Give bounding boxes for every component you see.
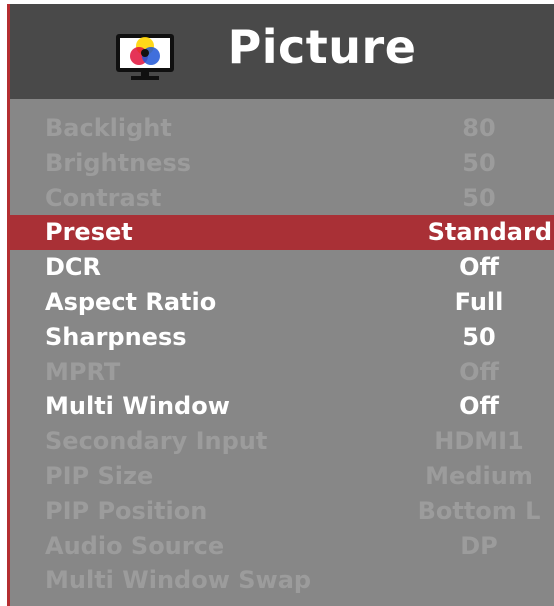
menu-item-multi-window-swap: Multi Window Swap (10, 563, 554, 598)
menu-item-label: MPRT (45, 357, 121, 386)
menu-item-brightness: Brightness 50 (10, 146, 554, 181)
menu-item-label: Audio Source (45, 531, 225, 560)
menu-item-multi-window[interactable]: Multi Window Off (10, 389, 554, 424)
menu-item-backlight: Backlight 80 (10, 111, 554, 146)
menu-item-value: Off (459, 253, 499, 282)
menu-item-value: 80 (462, 114, 496, 142)
menu-title: Picture (227, 20, 417, 74)
menu-item-value: Off (459, 392, 499, 421)
menu-item-label: DCR (45, 253, 102, 282)
menu-item-value: Full (454, 287, 504, 316)
osd-picture-menu: Picture Backlight 80 Brightness 50 Contr… (7, 4, 554, 606)
menu-item-value: DP (460, 531, 498, 560)
menu-item-value: Off (459, 357, 499, 386)
menu-item-label: Sharpness (45, 322, 187, 351)
menu-item-sharpness[interactable]: Sharpness 50 (10, 320, 554, 355)
menu-item-label: PIP Size (45, 461, 154, 490)
menu-item-pip-size: PIP Size Medium (10, 459, 554, 494)
menu-item-aspect-ratio[interactable]: Aspect Ratio Full (10, 285, 554, 320)
menu-item-value: HDMI1 (434, 427, 524, 456)
menu-item-audio-source: Audio Source DP (10, 529, 554, 564)
menu-item-label: Backlight (45, 114, 172, 142)
menu-item-label: Multi Window Swap (45, 566, 312, 595)
menu-item-label: Secondary Input (45, 427, 268, 456)
menu-header: Picture (10, 4, 554, 99)
menu-item-value: 50 (462, 148, 496, 177)
menu-item-label: Preset (45, 218, 133, 247)
menu-item-value: Bottom L (417, 496, 541, 525)
menu-item-label: Aspect Ratio (45, 287, 217, 316)
menu-item-value: 50 (462, 183, 496, 212)
menu-item-preset[interactable]: Preset Standard (10, 215, 554, 251)
menu-item-dcr[interactable]: DCR Off (10, 250, 554, 285)
menu-item-contrast: Contrast 50 (10, 181, 554, 216)
menu-item-label: Multi Window (45, 392, 230, 421)
menu-item-label: Brightness (45, 148, 192, 177)
menu-item-value: Medium (425, 461, 533, 490)
menu-item-pip-position: PIP Position Bottom L (10, 494, 554, 529)
menu-list: Backlight 80 Brightness 50 Contrast 50 P… (10, 111, 554, 598)
menu-item-mprt: MPRT Off (10, 355, 554, 390)
menu-item-value: 50 (462, 322, 496, 351)
menu-item-label: Contrast (45, 183, 162, 212)
menu-item-value: Standard (427, 218, 552, 247)
menu-item-secondary-input: Secondary Input HDMI1 (10, 424, 554, 459)
menu-item-label: PIP Position (45, 496, 208, 525)
